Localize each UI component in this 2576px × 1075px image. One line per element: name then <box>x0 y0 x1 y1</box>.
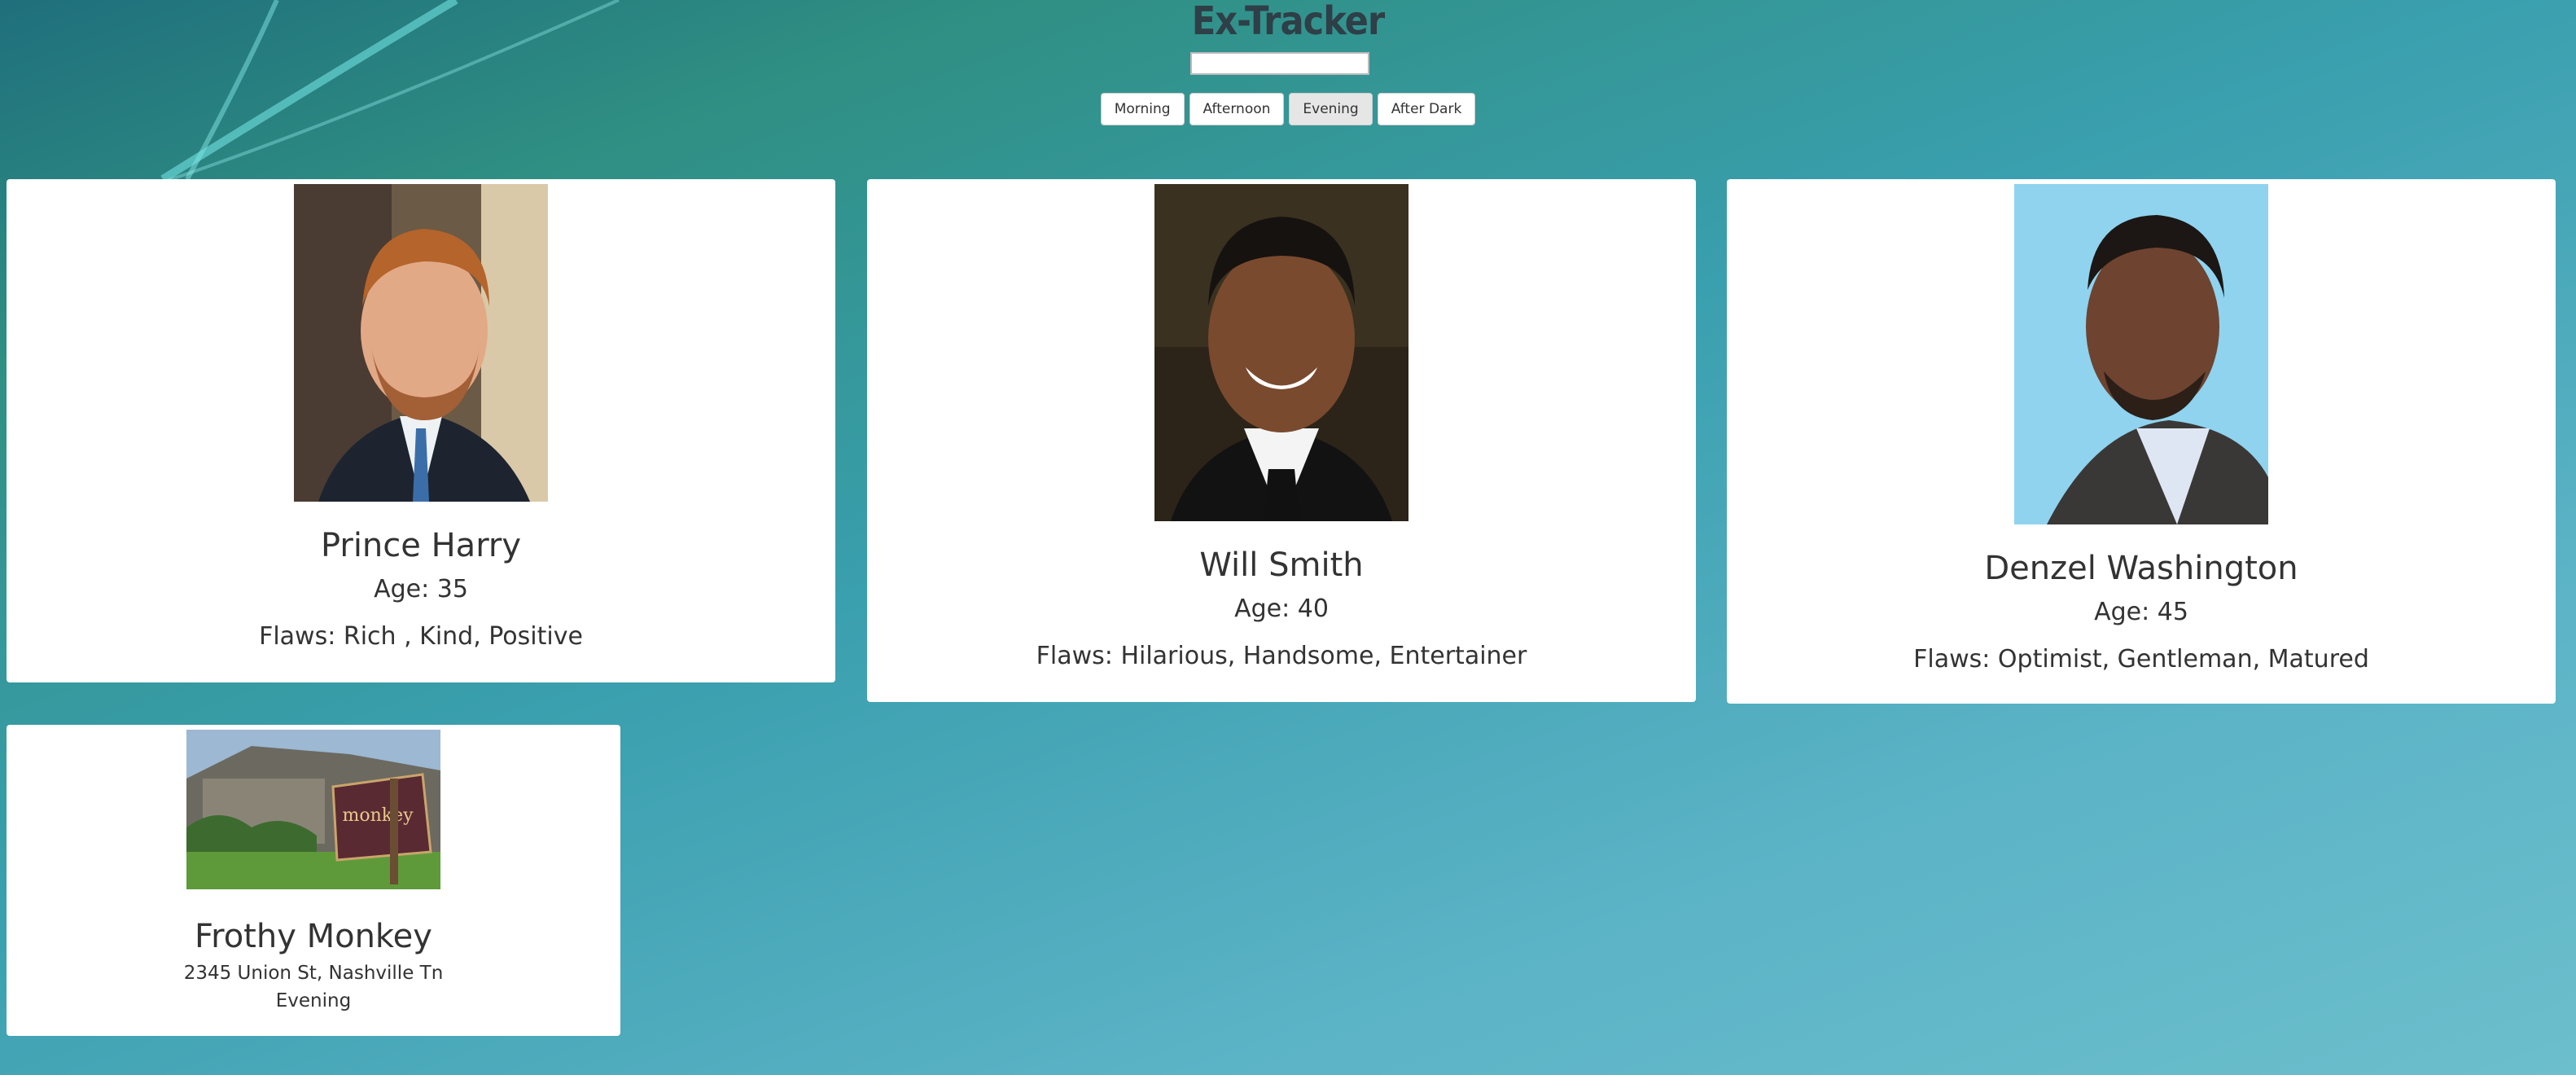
search-input[interactable] <box>1190 52 1369 75</box>
person-name: Denzel Washington <box>1984 550 2298 587</box>
morning-button[interactable]: Morning <box>1100 93 1185 125</box>
place-card-frothy-monkey: monkey Frothy Monkey 2345 Union St, Nash… <box>7 725 620 1036</box>
person-name: Will Smith <box>1199 546 1364 584</box>
person-flaws: Flaws: Rich , Kind, Positive <box>259 622 583 651</box>
person-age: Age: 35 <box>374 575 468 603</box>
person-flaws: Flaws: Optimist, Gentleman, Matured <box>1913 645 2369 674</box>
will-smith-photo <box>1154 184 1408 521</box>
time-filter-group: Morning Afternoon Evening After Dark <box>0 93 2576 125</box>
evening-button[interactable]: Evening <box>1289 93 1373 125</box>
monkey-sign-text: monkey <box>342 805 414 826</box>
header: Ex-Tracker <box>0 0 2576 42</box>
person-card-denzel-washington: Denzel Washington Age: 45 Flaws: Optimis… <box>1727 179 2556 704</box>
place-name: Frothy Monkey <box>195 918 432 955</box>
person-flaws: Flaws: Hilarious, Handsome, Entertainer <box>1036 642 1527 670</box>
person-age: Age: 40 <box>1234 595 1329 623</box>
frothy-monkey-photo: monkey <box>186 730 440 889</box>
app-title: Ex-Tracker <box>1191 0 1385 44</box>
person-card-prince-harry: Prince Harry Age: 35 Flaws: Rich , Kind,… <box>7 179 835 682</box>
afternoon-button[interactable]: Afternoon <box>1189 93 1285 125</box>
place-address: 2345 Union St, Nashville Tn <box>183 963 444 984</box>
person-age: Age: 45 <box>2094 598 2188 626</box>
denzel-washington-photo <box>2014 184 2268 524</box>
person-name: Prince Harry <box>320 527 522 564</box>
person-card-will-smith: Will Smith Age: 40 Flaws: Hilarious, Han… <box>867 179 1696 702</box>
place-time: Evening <box>275 990 352 1011</box>
prince-harry-photo <box>294 184 548 502</box>
after-dark-button[interactable]: After Dark <box>1377 93 1476 125</box>
